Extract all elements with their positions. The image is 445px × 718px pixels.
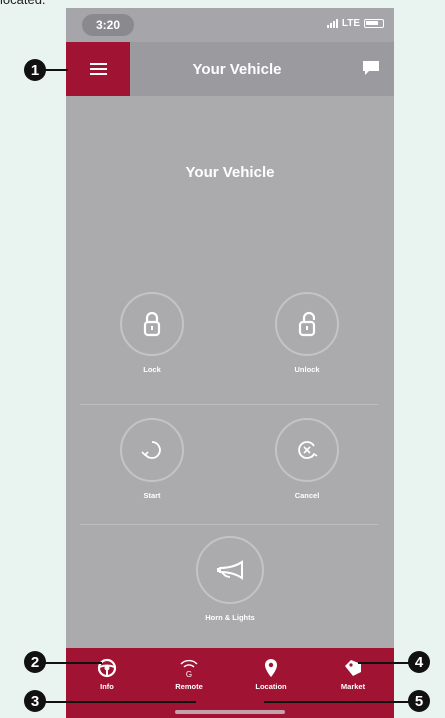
cancel-button[interactable] bbox=[275, 418, 339, 482]
start-button[interactable] bbox=[120, 418, 184, 482]
top-navbar: Your Vehicle bbox=[66, 42, 394, 96]
tab-remote-label: Remote bbox=[175, 682, 203, 691]
callout-leader bbox=[36, 701, 196, 703]
remote-signal-icon: G bbox=[180, 659, 198, 678]
callout-3: 3 bbox=[24, 690, 46, 712]
divider bbox=[80, 524, 378, 525]
caption-fragment: located. bbox=[0, 0, 46, 8]
callout-5: 5 bbox=[408, 690, 430, 712]
unlock-label: Unlock bbox=[294, 365, 320, 374]
cancel-label: Cancel bbox=[294, 491, 320, 500]
status-time: 3:20 bbox=[82, 14, 134, 36]
tab-info-label: Info bbox=[100, 682, 114, 691]
page-title: Your Vehicle bbox=[192, 60, 282, 78]
horn-icon bbox=[217, 560, 243, 580]
svg-text:G: G bbox=[186, 670, 192, 678]
battery-icon bbox=[364, 19, 384, 28]
status-bar: 3:20 LTE bbox=[66, 8, 394, 42]
chat-icon bbox=[363, 61, 379, 75]
unlock-button[interactable] bbox=[275, 292, 339, 356]
home-indicator bbox=[175, 710, 285, 714]
chat-button[interactable] bbox=[362, 60, 380, 76]
start-engine-icon bbox=[141, 441, 161, 459]
hamburger-icon bbox=[89, 60, 107, 78]
lock-button[interactable] bbox=[120, 292, 184, 356]
callout-1: 1 bbox=[24, 59, 46, 81]
unlock-icon bbox=[298, 311, 316, 337]
signal-icon bbox=[326, 19, 338, 28]
horn-lights-label: Horn & Lights bbox=[205, 613, 255, 622]
tab-location-label: Location bbox=[255, 682, 287, 691]
steering-wheel-icon bbox=[97, 658, 117, 678]
divider bbox=[80, 404, 378, 405]
callout-leader bbox=[264, 701, 414, 703]
tab-market[interactable]: Market bbox=[312, 648, 394, 718]
lock-action[interactable]: Lock bbox=[112, 292, 192, 374]
lock-icon bbox=[143, 311, 161, 337]
tab-location[interactable]: Location bbox=[230, 648, 312, 718]
tab-info[interactable]: Info bbox=[66, 648, 148, 718]
horn-lights-button[interactable] bbox=[196, 536, 264, 604]
vehicle-heading: Your Vehicle bbox=[185, 164, 275, 181]
network-label: LTE bbox=[341, 18, 360, 29]
callout-4: 4 bbox=[408, 651, 430, 673]
bottom-tab-bar: Info G Remote Location Market bbox=[66, 648, 394, 718]
tab-remote[interactable]: G Remote bbox=[148, 648, 230, 718]
cancel-action[interactable]: Cancel bbox=[267, 418, 347, 500]
location-pin-icon bbox=[265, 659, 277, 677]
status-indicators: LTE bbox=[326, 18, 384, 29]
tag-icon bbox=[345, 660, 361, 676]
start-label: Start bbox=[143, 491, 161, 500]
phone-screen: 3:20 LTE Your Vehicle Your Vehicle Lock … bbox=[66, 8, 394, 718]
cancel-icon bbox=[298, 441, 318, 459]
start-action[interactable]: Start bbox=[112, 418, 192, 500]
horn-lights-action[interactable]: Horn & Lights bbox=[190, 536, 270, 622]
unlock-action[interactable]: Unlock bbox=[267, 292, 347, 374]
tab-market-label: Market bbox=[340, 682, 366, 691]
callout-2: 2 bbox=[24, 651, 46, 673]
lock-label: Lock bbox=[143, 365, 161, 374]
menu-button[interactable] bbox=[66, 42, 130, 96]
